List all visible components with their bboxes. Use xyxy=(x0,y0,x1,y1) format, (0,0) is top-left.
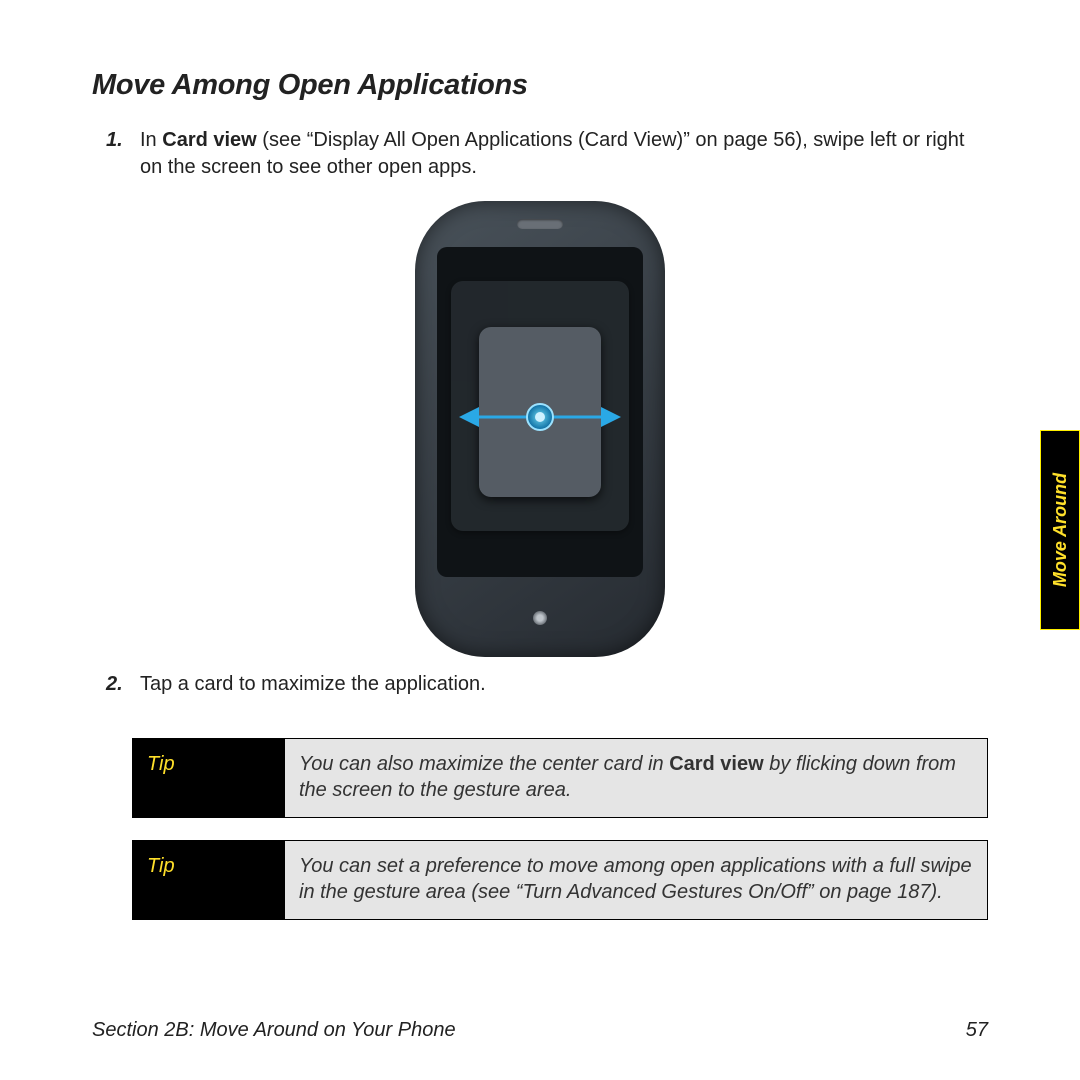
step-text: Tap a card to maximize the application. xyxy=(140,673,486,695)
phone-screen xyxy=(437,247,643,577)
tip-text: You can set a preference to move among o… xyxy=(299,855,972,903)
tip-text-pre: You can also maximize the center card in xyxy=(299,753,669,775)
step-text-prefix: In xyxy=(140,129,162,151)
tip-body: You can set a preference to move among o… xyxy=(285,841,987,919)
tip-box-2: Tip You can set a preference to move amo… xyxy=(132,840,988,920)
step-text-rest: (see “Display All Open Applications (Car… xyxy=(140,129,964,178)
step-number: 1. xyxy=(106,127,123,154)
tip-box-1: Tip You can also maximize the center car… xyxy=(132,738,988,818)
page-heading: Move Among Open Applications xyxy=(92,66,988,105)
illustration xyxy=(92,201,988,657)
footer-section: Section 2B: Move Around on Your Phone xyxy=(92,1017,456,1044)
footer-page-number: 57 xyxy=(966,1017,988,1044)
instruction-list-cont: 2. Tap a card to maximize the applicatio… xyxy=(92,671,988,698)
step-number: 2. xyxy=(106,671,123,698)
tip-body: You can also maximize the center card in… xyxy=(285,739,987,817)
tip-text-bold: Card view xyxy=(669,753,763,775)
section-tab-label: Move Around xyxy=(1048,473,1072,587)
step-2: 2. Tap a card to maximize the applicatio… xyxy=(140,671,988,698)
page-footer: Section 2B: Move Around on Your Phone 57 xyxy=(92,1017,988,1044)
step-text-bold: Card view xyxy=(162,129,256,151)
section-tab: Move Around xyxy=(1040,430,1080,630)
tip-label: Tip xyxy=(133,739,285,817)
tip-label: Tip xyxy=(133,841,285,919)
earpiece xyxy=(517,219,563,229)
step-1: 1. In Card view (see “Display All Open A… xyxy=(140,127,988,181)
phone-body xyxy=(415,201,665,657)
swipe-arrow-icon xyxy=(457,402,623,432)
home-button-icon xyxy=(533,611,547,625)
instruction-list: 1. In Card view (see “Display All Open A… xyxy=(92,127,988,181)
